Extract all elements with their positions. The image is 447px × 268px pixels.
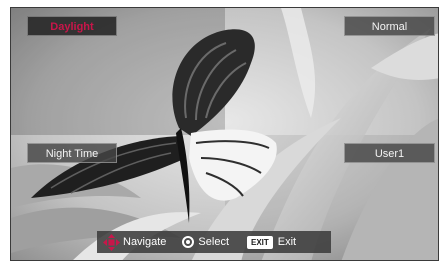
butterfly-preview-image — [11, 8, 438, 260]
exit-hint: EXIT Exit — [229, 235, 297, 249]
picture-mode-night-time-button[interactable]: Night Time — [27, 143, 117, 163]
select-label: Select — [198, 236, 229, 248]
navigation-hint-bar: Navigate Select EXIT Exit — [97, 231, 331, 253]
exit-key-icon: EXIT — [247, 235, 273, 249]
exit-label: Exit — [277, 236, 297, 248]
dpad-icon — [103, 233, 120, 251]
navigate-hint: Navigate — [97, 233, 167, 251]
picture-mode-daylight-button[interactable]: Daylight — [27, 16, 117, 36]
select-hint: Select — [166, 236, 229, 248]
preview-frame: Daylight Normal Night Time User1 Navigat… — [10, 7, 439, 261]
picture-mode-user1-button[interactable]: User1 — [344, 143, 435, 163]
select-icon — [182, 236, 195, 248]
navigate-label: Navigate — [123, 236, 167, 248]
picture-mode-normal-button[interactable]: Normal — [344, 16, 435, 36]
